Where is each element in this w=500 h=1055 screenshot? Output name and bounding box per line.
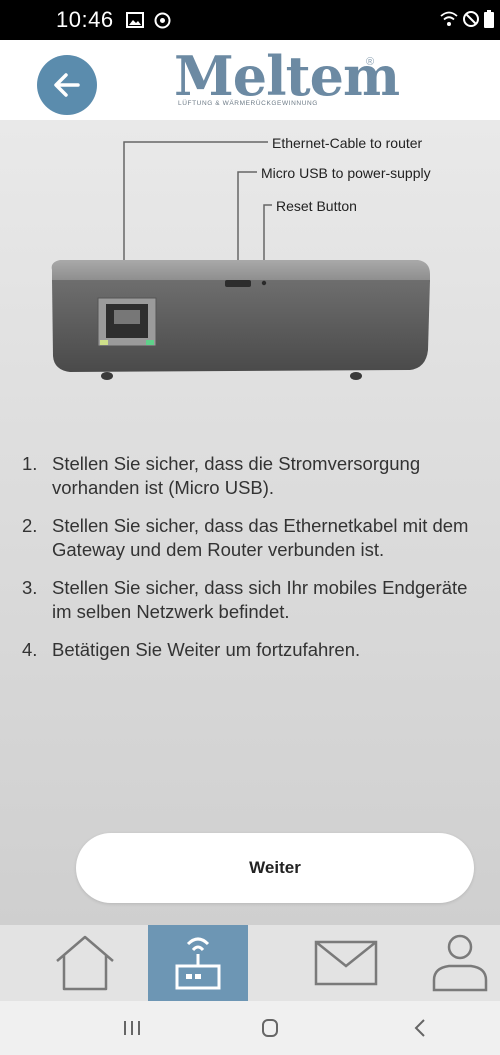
tab-profile[interactable] (420, 925, 500, 1001)
system-nav-bar (0, 1001, 500, 1055)
instruction-text: Betätigen Sie Weiter um fortzufahren. (52, 639, 361, 660)
do-not-disturb-icon (463, 11, 479, 27)
bottom-tab-bar (0, 925, 500, 1001)
header: Meltem ® LÜFTUNG & WÄRMERÜCKGEWINNUNG (0, 40, 500, 120)
messenger-icon (154, 12, 171, 28)
image-icon (125, 11, 144, 28)
recent-apps-icon[interactable] (120, 1013, 144, 1043)
instruction-number: 2. (22, 515, 38, 536)
label-ethernet-cable: Ethernet-Cable to router (272, 135, 423, 151)
gateway-device-illustration (51, 141, 431, 380)
instruction-item: 1. Stellen Sie sicher, dass die Stromver… (22, 452, 492, 500)
label-micro-usb: Micro USB to power-supply (261, 165, 431, 181)
logo-text: Meltem (174, 44, 400, 108)
tab-mail[interactable] (296, 925, 396, 1001)
person-icon (432, 934, 488, 992)
logo-subtitle: LÜFTUNG & WÄRMERÜCKGEWINNUNG (178, 100, 318, 107)
back-button[interactable] (37, 55, 97, 115)
instruction-item: 3. Stellen Sie sicher, dass sich Ihr mob… (22, 576, 492, 624)
label-reset-button: Reset Button (276, 198, 357, 214)
instruction-number: 4. (22, 639, 38, 660)
tab-gateway[interactable] (148, 925, 248, 1001)
main-content: Meltem ® LÜFTUNG & WÄRMERÜCKGEWINNUNG Et… (0, 40, 500, 925)
home-nav-icon[interactable] (258, 1013, 282, 1043)
instruction-item: 2. Stellen Sie sicher, dass das Ethernet… (22, 514, 492, 562)
logo: Meltem ® LÜFTUNG & WÄRMERÜCKGEWINNUNG (170, 44, 400, 112)
mail-icon (314, 940, 378, 986)
back-nav-icon[interactable] (408, 1013, 432, 1043)
status-bar: 10:46 (0, 0, 500, 40)
home-icon (56, 935, 114, 991)
instruction-item: 4. Betätigen Sie Weiter um fortzufahren. (22, 638, 492, 662)
arrow-left-icon (54, 73, 80, 97)
status-time: 10:46 (56, 7, 114, 32)
device-diagram: Ethernet-Cable to router Micro USB to po… (0, 120, 500, 410)
tab-home[interactable] (35, 925, 135, 1001)
battery-icon (484, 10, 494, 28)
gateway-icon (175, 937, 221, 990)
weiter-button[interactable]: Weiter (76, 833, 474, 903)
instruction-list: 1. Stellen Sie sicher, dass die Stromver… (22, 452, 492, 676)
logo-registered: ® (366, 56, 375, 68)
wifi-icon (440, 11, 458, 26)
instruction-number: 1. (22, 453, 38, 474)
instruction-text: Stellen Sie sicher, dass die Stromversor… (52, 453, 421, 498)
instruction-number: 3. (22, 577, 38, 598)
instruction-text: Stellen Sie sicher, dass sich Ihr mobile… (52, 577, 468, 622)
instruction-text: Stellen Sie sicher, dass das Ethernetkab… (52, 515, 469, 560)
